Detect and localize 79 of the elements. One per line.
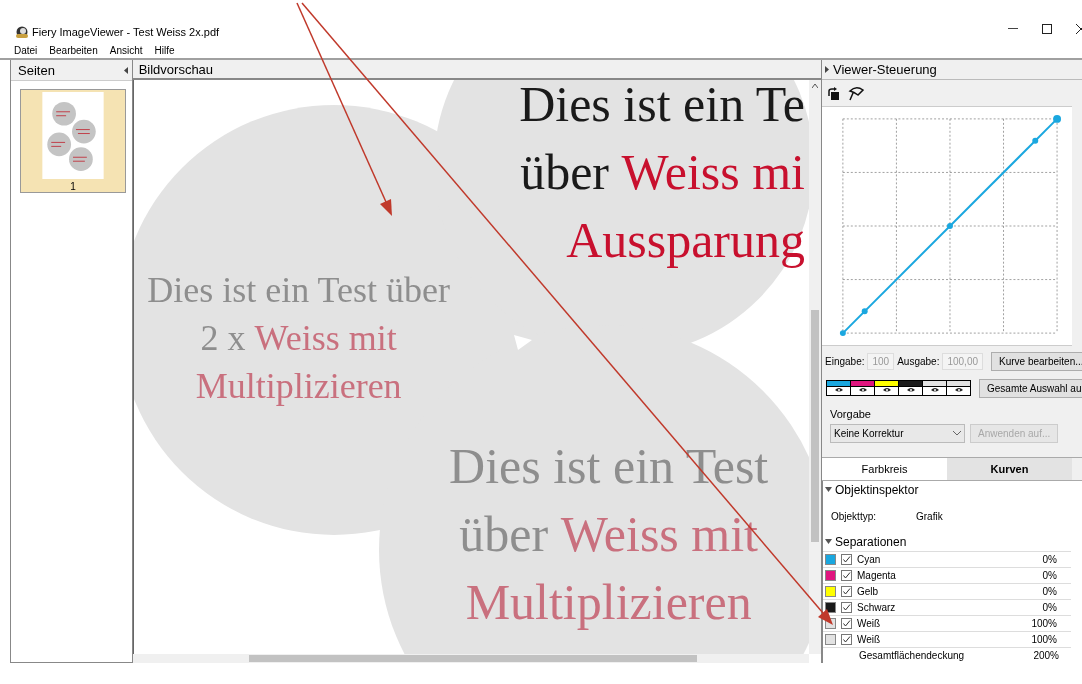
separation-name: Gelb	[857, 586, 880, 597]
vertical-scrollbar[interactable]	[809, 80, 821, 654]
tab[interactable]: Kurven	[947, 458, 1072, 480]
checkbox[interactable]	[841, 618, 852, 629]
document-text: Weiss mi	[621, 143, 805, 202]
checkbox[interactable]	[841, 634, 852, 645]
document-text: Multiplizieren	[465, 573, 752, 632]
document-text: Multiplizieren	[195, 365, 402, 408]
field-label: Eingabe:	[825, 356, 865, 367]
checkbox[interactable]	[841, 554, 852, 565]
channel-toggle[interactable]	[875, 381, 899, 395]
separation-value: 0%	[1041, 570, 1057, 581]
collapse-icon[interactable]	[123, 66, 128, 74]
expand-icon[interactable]	[825, 66, 829, 73]
checkbox[interactable]	[841, 602, 852, 613]
channel-toggle[interactable]	[947, 381, 970, 395]
total-value: 200%	[1032, 650, 1059, 661]
tab[interactable]: Farbkreis	[822, 458, 947, 480]
separation-value: 100%	[1030, 634, 1057, 645]
checkbox[interactable]	[841, 570, 852, 581]
section-title: Separationen	[835, 535, 907, 549]
edit-curve-button[interactable]: Kurve bearbeiten...	[991, 352, 1082, 371]
rotate-icon[interactable]	[828, 86, 840, 100]
document-text: 2 x	[200, 317, 247, 360]
preset-dropdown[interactable]: Keine Korrektur	[830, 424, 965, 443]
channel-toggle[interactable]	[923, 381, 947, 395]
document-text: über	[459, 505, 550, 564]
menu-item[interactable]: Hilfe	[154, 44, 175, 56]
pane-title: Bildvorschau	[138, 61, 214, 77]
window-title: Fiery ImageViewer - Test Weiss 2x.pdf	[32, 26, 220, 38]
section-title: Objektinspektor	[835, 483, 919, 497]
page-number: 1	[70, 181, 76, 192]
separation-value: 0%	[1041, 586, 1057, 597]
separation-value: 0%	[1041, 602, 1057, 613]
channel-toggle[interactable]	[827, 381, 851, 395]
eye-icon	[954, 387, 963, 393]
page-thumbnail[interactable]: 1	[20, 89, 126, 193]
caret-icon	[953, 431, 961, 436]
eye-icon	[882, 387, 891, 393]
scroll-up-icon[interactable]	[812, 84, 818, 88]
channel-toggle[interactable]	[899, 381, 923, 395]
minimize-icon[interactable]	[1008, 28, 1018, 30]
field-label: Objekttyp:	[831, 510, 878, 522]
separation-name: Magenta	[857, 570, 897, 581]
separation-value: 100%	[1030, 618, 1057, 629]
close-icon[interactable]	[1076, 24, 1082, 34]
collapse-icon[interactable]	[825, 487, 832, 493]
select-all-button[interactable]: Gesamte Auswahl au	[979, 378, 1082, 398]
separation-name: Schwarz	[857, 602, 897, 613]
separation-name: Cyan	[857, 554, 882, 565]
total-label: Gesamtflächendeckung	[859, 650, 966, 661]
channel-toggle[interactable]	[851, 381, 875, 395]
field-label: Ausgabe:	[897, 356, 940, 367]
document-text: Weiss mit	[560, 505, 758, 564]
maximize-icon[interactable]	[1042, 24, 1052, 34]
document-text: über	[520, 143, 610, 202]
eye-icon	[930, 387, 939, 393]
document-text: Aussparung	[566, 211, 805, 270]
panel-title: Viewer-Steuerung	[833, 62, 937, 77]
separation-name: Weiß	[857, 618, 882, 629]
menu-item[interactable]: Ansicht	[109, 44, 143, 56]
checkbox[interactable]	[841, 586, 852, 597]
eye-icon	[834, 387, 843, 393]
pane-title: Seiten	[18, 62, 55, 78]
document-text: Dies ist ein Test über	[147, 269, 451, 312]
menu-item[interactable]: Datei	[14, 44, 38, 56]
separation-value: 0%	[1041, 554, 1057, 565]
horizontal-scrollbar[interactable]	[132, 654, 809, 663]
field-label: Vorgabe	[830, 408, 872, 420]
separation-name: Weiß	[857, 634, 882, 645]
eye-icon	[906, 387, 915, 393]
document-text: Weiss mit	[254, 317, 397, 360]
menu-item[interactable]: Bearbeiten	[49, 44, 98, 56]
collapse-icon[interactable]	[825, 539, 832, 545]
document-text: Dies ist ein Te	[519, 80, 805, 134]
app-logo-icon	[16, 26, 28, 38]
eyedropper-icon[interactable]	[848, 85, 865, 101]
field-value: Grafik	[916, 510, 943, 522]
eye-icon	[858, 387, 867, 393]
